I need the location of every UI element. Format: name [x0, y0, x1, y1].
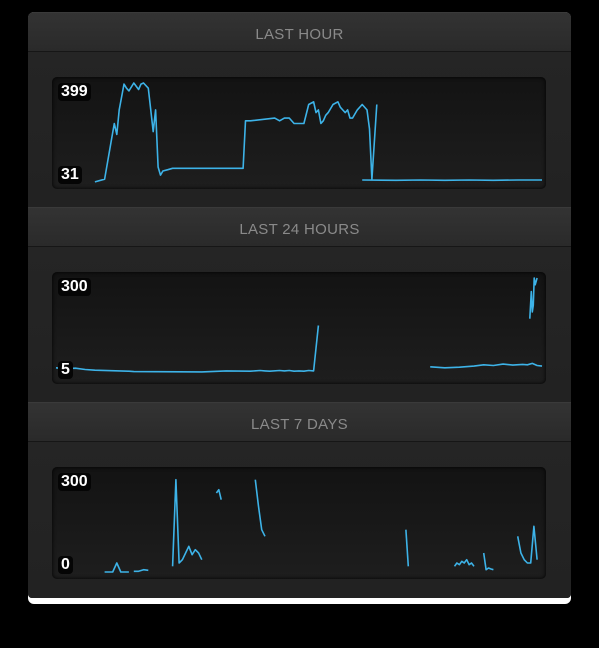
section-last-7-days: LAST 7 DAYS 300 0: [28, 402, 571, 598]
series-line: [405, 529, 410, 567]
section-title: LAST 7 DAYS: [251, 416, 348, 433]
y-min-label: 0: [58, 556, 73, 574]
series-line: [55, 325, 320, 373]
plot-area: 300 0: [52, 467, 546, 579]
y-min-label: 5: [58, 361, 73, 379]
app-window: LAST HOUR 399 31 LAST 24 HOURS 300 5 LAS…: [28, 12, 571, 604]
series-line: [430, 362, 543, 369]
y-max-label: 399: [58, 83, 91, 101]
stats-panel: LAST HOUR 399 31 LAST 24 HOURS 300 5 LAS…: [28, 12, 571, 598]
series-line: [254, 479, 266, 537]
section-header: LAST 24 HOURS: [28, 208, 571, 247]
section-title: LAST 24 HOURS: [239, 221, 360, 238]
series-line: [482, 552, 494, 571]
y-max-label: 300: [58, 473, 91, 491]
series-line: [516, 525, 538, 564]
section-header: LAST HOUR: [28, 13, 571, 52]
series-line: [453, 558, 475, 567]
y-max-label: 300: [58, 278, 91, 296]
line-chart-last-hour: [94, 82, 542, 183]
series-line: [529, 277, 538, 319]
series-line: [94, 82, 378, 183]
section-header: LAST 7 DAYS: [28, 403, 571, 442]
section-title: LAST HOUR: [255, 26, 344, 43]
section-last-24-hours: LAST 24 HOURS 300 5: [28, 207, 571, 403]
series-line: [104, 562, 129, 573]
line-chart-last-24-hours: [55, 277, 543, 373]
plot-area: 399 31: [52, 77, 546, 189]
line-chart-last-7-days: [104, 478, 538, 573]
series-line: [133, 568, 149, 573]
section-last-hour: LAST HOUR 399 31: [28, 12, 571, 208]
y-min-label: 31: [58, 166, 82, 184]
plot-area: 300 5: [52, 272, 546, 384]
series-line: [171, 478, 203, 567]
series-line: [215, 488, 222, 500]
